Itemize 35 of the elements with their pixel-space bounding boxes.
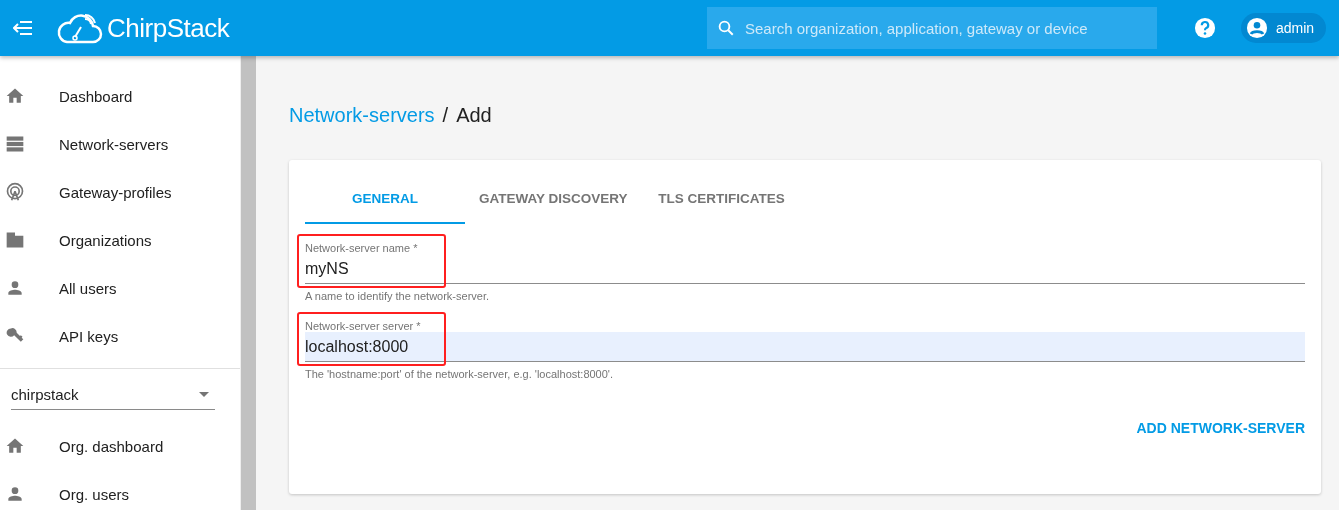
field-label: Network-server name * (305, 242, 419, 254)
user-menu-button[interactable]: admin (1241, 13, 1327, 43)
text-field[interactable]: myNS (305, 254, 1305, 284)
nav-item[interactable]: Org. dashboard (0, 422, 240, 470)
search-icon (717, 19, 735, 37)
nav-item[interactable]: All users (0, 264, 240, 312)
nav-item[interactable]: Dashboard (0, 72, 240, 120)
breadcrumb-separator: / (442, 103, 449, 127)
person-icon (5, 278, 25, 298)
scrollbar[interactable] (240, 56, 256, 510)
home-icon (5, 86, 25, 106)
tab[interactable]: GATEWAY DISCOVERY (465, 174, 642, 224)
text-field[interactable]: localhost:8000 (305, 332, 1305, 362)
brand-name: ChirpStack (107, 12, 230, 44)
tab[interactable]: TLS CERTIFICATES (641, 174, 802, 224)
nav-item[interactable]: Gateway-profiles (0, 168, 240, 216)
home-icon (5, 436, 25, 456)
field-label: Network-server server * (305, 320, 422, 332)
nav-item[interactable]: API keys (0, 312, 240, 360)
collapse-menu-icon[interactable] (13, 21, 33, 35)
nav-item[interactable]: Org. users (0, 470, 240, 510)
nav-item[interactable]: Network-servers (0, 120, 240, 168)
nav-item[interactable]: Organizations (0, 216, 240, 264)
helper-text: A name to identify the network-server. (305, 290, 491, 302)
page-title: Add (456, 103, 492, 127)
account-icon (1246, 17, 1268, 39)
search-field[interactable]: Search organization, application, gateway or device (707, 7, 1157, 49)
person-icon (5, 484, 25, 504)
helper-text: The 'hostname:port' of the network-server, e.g. 'localhost:8000'. (305, 368, 614, 380)
help-icon[interactable] (1194, 17, 1216, 39)
antenna-icon (5, 182, 25, 202)
server-icon (5, 134, 25, 154)
dropdown-caret-icon (199, 391, 209, 397)
cloud-logo-icon (57, 11, 103, 45)
organization-select[interactable]: chirpstack (11, 379, 215, 410)
